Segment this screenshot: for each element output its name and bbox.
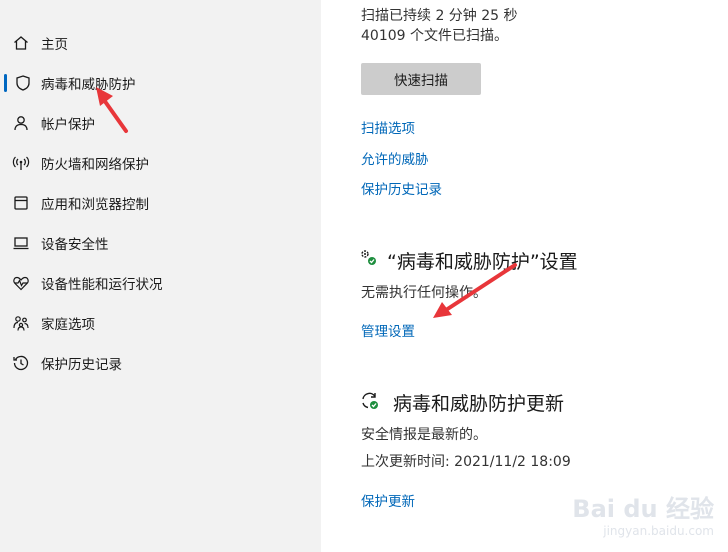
shield-icon bbox=[14, 74, 32, 92]
allowed-threats-link[interactable]: 允许的威胁 bbox=[361, 148, 429, 168]
sidebar-item-label: 帐户保护 bbox=[41, 117, 95, 133]
sidebar-item-app-browser-control[interactable]: 应用和浏览器控制 bbox=[0, 185, 321, 221]
sidebar-item-label: 设备安全性 bbox=[41, 237, 109, 253]
last-update-text: 上次更新时间: 2021/11/2 18:09 bbox=[361, 454, 571, 470]
sidebar: 主页 病毒和威胁防护 帐户保护 防火墙和网络保护 应用和浏览器控制 设备安全性 bbox=[0, 0, 321, 552]
protection-history-link[interactable]: 保护历史记录 bbox=[361, 178, 442, 198]
manage-settings-link[interactable]: 管理设置 bbox=[361, 320, 415, 340]
updates-section-title: 病毒和威胁防护更新 bbox=[393, 393, 565, 415]
family-icon bbox=[12, 314, 30, 332]
sidebar-item-family-options[interactable]: 家庭选项 bbox=[0, 305, 321, 341]
settings-section-title: “病毒和威胁防护”设置 bbox=[387, 251, 578, 273]
sidebar-item-label: 家庭选项 bbox=[41, 317, 95, 333]
sidebar-item-device-security[interactable]: 设备安全性 bbox=[0, 225, 321, 261]
heart-pulse-icon bbox=[12, 274, 30, 292]
updates-status-text: 安全情报是最新的。 bbox=[361, 427, 487, 443]
sidebar-item-label: 主页 bbox=[41, 37, 68, 53]
sidebar-item-device-performance[interactable]: 设备性能和运行状况 bbox=[0, 265, 321, 301]
scan-options-link[interactable]: 扫描选项 bbox=[361, 117, 415, 137]
app-window-icon bbox=[12, 194, 30, 212]
sidebar-item-virus-protection[interactable]: 病毒和威胁防护 bbox=[0, 65, 321, 101]
history-icon bbox=[12, 354, 30, 372]
sidebar-item-firewall[interactable]: 防火墙和网络保护 bbox=[0, 145, 321, 181]
sidebar-item-account-protection[interactable]: 帐户保护 bbox=[0, 105, 321, 141]
person-icon bbox=[12, 114, 30, 132]
sidebar-item-label: 保护历史记录 bbox=[41, 357, 122, 373]
home-icon bbox=[12, 34, 30, 52]
refresh-check-icon bbox=[359, 390, 381, 412]
sidebar-item-label: 防火墙和网络保护 bbox=[41, 157, 149, 173]
wifi-antenna-icon bbox=[12, 154, 30, 172]
quick-scan-button[interactable]: 快速扫描 bbox=[361, 63, 481, 95]
sidebar-item-home[interactable]: 主页 bbox=[0, 25, 321, 61]
sidebar-item-protection-history[interactable]: 保护历史记录 bbox=[0, 345, 321, 381]
sidebar-item-label: 病毒和威胁防护 bbox=[41, 77, 136, 93]
active-indicator bbox=[4, 74, 7, 92]
files-scanned-text: 40109 个文件已扫描。 bbox=[361, 28, 508, 44]
sidebar-item-label: 应用和浏览器控制 bbox=[41, 197, 149, 213]
scan-duration-text: 扫描已持续 2 分钟 25 秒 bbox=[361, 8, 518, 24]
laptop-icon bbox=[12, 234, 30, 252]
main-content: 扫描已持续 2 分钟 25 秒 40109 个文件已扫描。 快速扫描 扫描选项 … bbox=[321, 0, 728, 552]
protection-updates-link[interactable]: 保护更新 bbox=[361, 490, 415, 510]
settings-status-text: 无需执行任何操作。 bbox=[361, 285, 487, 301]
gears-check-icon bbox=[359, 248, 381, 270]
sidebar-item-label: 设备性能和运行状况 bbox=[41, 277, 163, 293]
